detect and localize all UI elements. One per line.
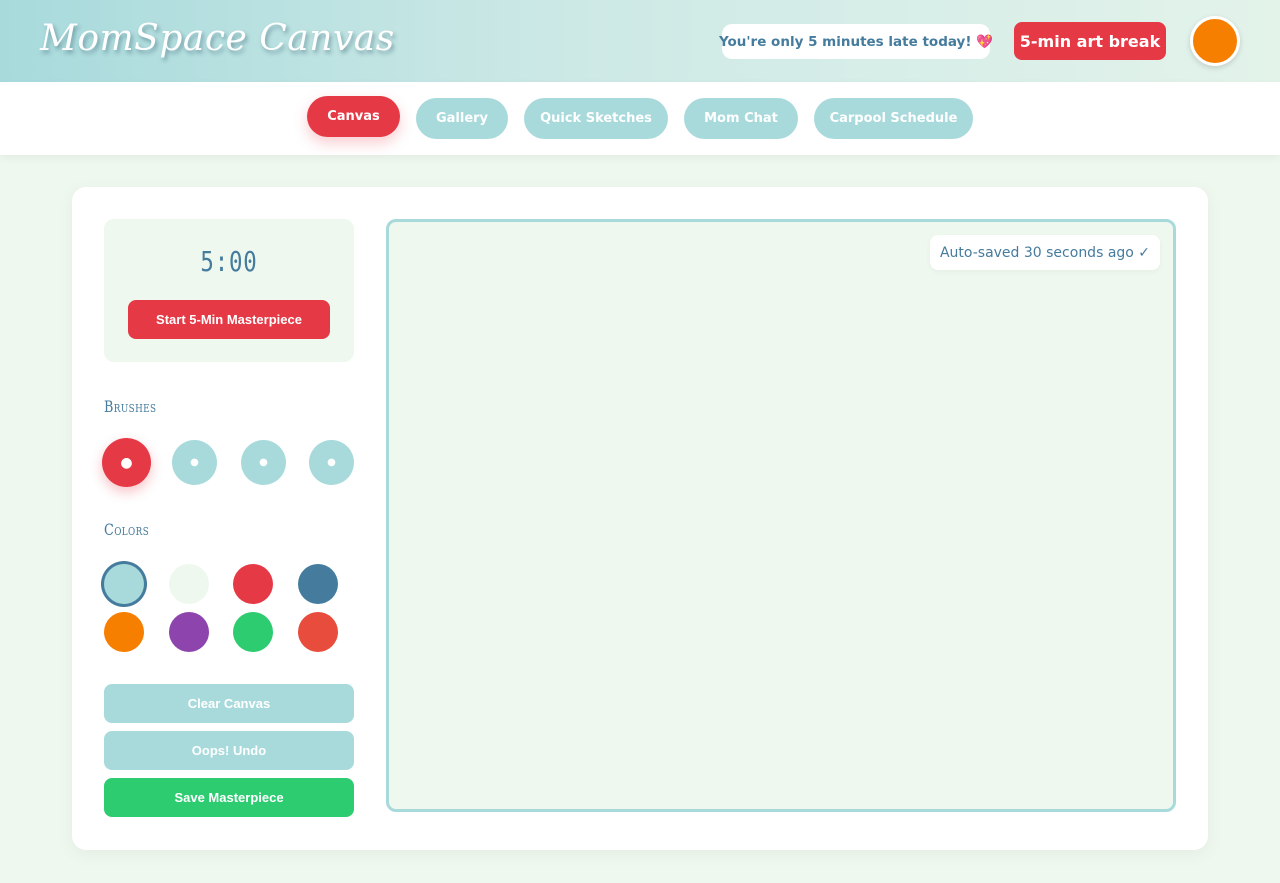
color-swatch[interactable] — [298, 564, 338, 604]
color-swatch[interactable] — [233, 612, 273, 652]
save-masterpiece-button[interactable]: Save Masterpiece — [104, 778, 354, 817]
color-swatch[interactable] — [169, 612, 209, 652]
tab-quick-sketches[interactable]: Quick Sketches — [524, 98, 668, 139]
colors-heading: Colors — [104, 520, 150, 539]
brush-option-4[interactable]: ● — [309, 440, 354, 485]
timer-display: 5:00 — [200, 245, 258, 278]
brushes-heading: Brushes — [104, 397, 157, 416]
app-logo[interactable]: MomSpace Canvas — [40, 18, 395, 59]
color-swatch[interactable] — [298, 612, 338, 652]
timer-panel: 5:00 Start 5-Min Masterpiece — [104, 219, 354, 362]
tab-carpool-schedule[interactable]: Carpool Schedule — [814, 98, 973, 139]
start-masterpiece-button[interactable]: Start 5-Min Masterpiece — [128, 300, 330, 339]
clear-canvas-button[interactable]: Clear Canvas — [104, 684, 354, 723]
brush-option-2[interactable]: ● — [172, 440, 217, 485]
color-swatch[interactable] — [233, 564, 273, 604]
brush-dot-icon: ● — [259, 457, 268, 468]
brush-option-3[interactable]: ● — [241, 440, 286, 485]
user-avatar[interactable] — [1190, 16, 1240, 66]
brush-dot-icon: ● — [327, 457, 336, 468]
brush-option-1[interactable]: ● — [102, 438, 151, 487]
color-swatch[interactable] — [169, 564, 209, 604]
tab-canvas[interactable]: Canvas — [307, 96, 400, 137]
tab-gallery[interactable]: Gallery — [416, 98, 508, 139]
brush-dot-icon: ● — [190, 457, 199, 468]
workspace-card: 5:00 Start 5-Min Masterpiece Brushes ● ●… — [72, 187, 1208, 850]
drawing-canvas[interactable]: Auto-saved 30 seconds ago ✓ — [386, 219, 1176, 812]
color-swatch[interactable] — [104, 612, 144, 652]
autosave-status: Auto-saved 30 seconds ago ✓ — [930, 235, 1160, 270]
brush-dot-icon: ● — [120, 454, 133, 471]
undo-button[interactable]: Oops! Undo — [104, 731, 354, 770]
late-message-badge: You're only 5 minutes late today! 💖 — [719, 24, 993, 59]
tab-mom-chat[interactable]: Mom Chat — [684, 98, 798, 139]
color-swatch[interactable] — [104, 564, 144, 604]
art-break-button[interactable]: 5-min art break — [1014, 22, 1166, 60]
app-header: MomSpace Canvas You're only 5 minutes la… — [0, 0, 1280, 82]
main-nav: Canvas Gallery Quick Sketches Mom Chat C… — [0, 82, 1280, 155]
